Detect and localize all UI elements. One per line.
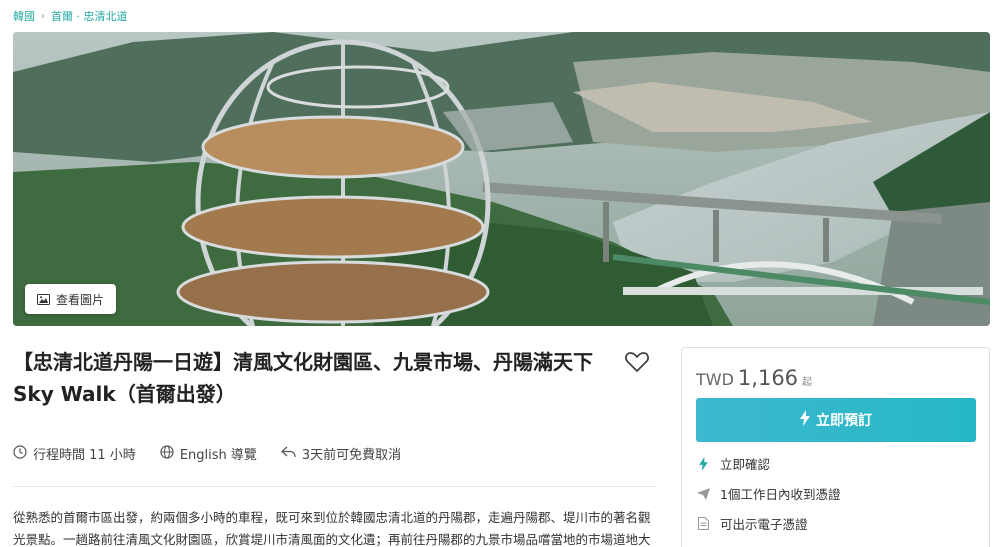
duration-text: 行程時間 11 小時: [33, 448, 136, 463]
section-divider: [13, 486, 656, 487]
view-photos-button[interactable]: 查看圖片: [25, 284, 117, 314]
hero-image[interactable]: 查看圖片: [13, 32, 990, 326]
feature-instant-confirm: 立即確認: [696, 454, 770, 473]
feature-text: 1個工作日內收到憑證: [720, 487, 841, 502]
hero-photo: [13, 32, 990, 326]
book-now-label: 立即預訂: [816, 413, 872, 429]
globe-icon: [160, 444, 174, 463]
cancellation-text: 3天前可免費取消: [301, 448, 402, 463]
breadcrumb: 韓國 › 首爾 · 忠清北道: [13, 8, 128, 24]
clock-icon: [13, 444, 27, 463]
page-title: 【忠清北道丹陽一日遊】清風文化財園區、九景市場、丹陽滿天下 Sky Walk（首…: [13, 350, 593, 406]
paper-plane-icon: [696, 487, 710, 501]
book-now-button[interactable]: 立即預訂: [696, 398, 976, 442]
image-icon: [37, 293, 50, 305]
breadcrumb-region[interactable]: 首爾 · 忠清北道: [51, 8, 128, 24]
price: TWD 1,166 起: [696, 366, 812, 390]
feature-voucher-time: 1個工作日內收到憑證: [696, 484, 840, 503]
feature-e-voucher: 可出示電子憑證: [696, 514, 808, 533]
breadcrumb-separator: ›: [41, 10, 45, 22]
booking-card: TWD 1,166 起 立即預訂 立即確認 1個工作日內收到憑證 可出示電子憑證: [681, 347, 990, 547]
document-icon: [696, 517, 710, 531]
return-icon: [280, 446, 296, 462]
price-suffix: 起: [802, 377, 813, 388]
price-amount: 1,166: [737, 366, 799, 390]
feature-text: 可出示電子憑證: [720, 517, 808, 532]
heart-icon[interactable]: [624, 350, 650, 374]
tour-description: 從熟悉的首爾市區出發，約兩個多小時的車程，既可來到位於韓國忠清北道的丹陽郡，走遍…: [13, 510, 651, 547]
feature-text: 立即確認: [720, 457, 771, 472]
breadcrumb-country[interactable]: 韓國: [13, 8, 35, 24]
language-text: English 導覽: [179, 448, 257, 463]
price-currency: TWD: [696, 370, 734, 389]
cancellation-info: 3天前可免費取消: [280, 444, 402, 463]
lightning-icon: [800, 410, 810, 430]
lightning-icon: [696, 456, 710, 471]
duration-info: 行程時間 11 小時: [13, 444, 136, 463]
view-photos-label: 查看圖片: [56, 292, 105, 307]
tour-meta: 行程時間 11 小時 English 導覽 3天前可免費取消: [13, 444, 425, 463]
language-info: English 導覽: [160, 444, 257, 463]
